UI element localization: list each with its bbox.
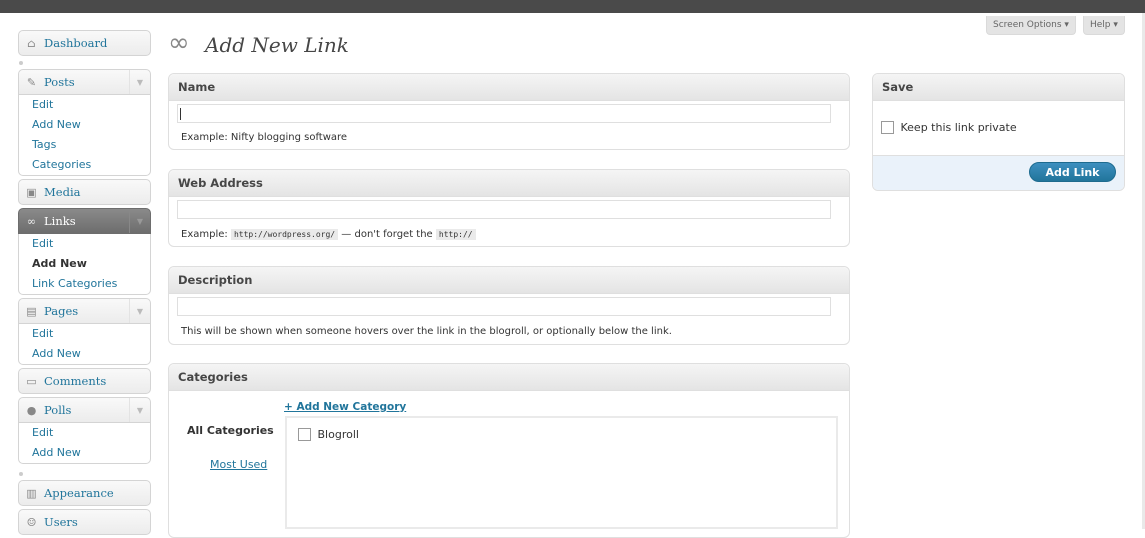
web-address-box: Web Address Example: http://wordpress.or… xyxy=(168,169,850,247)
menu-polls-label: Polls xyxy=(44,403,72,417)
description-input[interactable] xyxy=(177,297,831,316)
pages-icon: ▤ xyxy=(26,304,37,318)
save-box: Save Keep this link private Add Link xyxy=(872,73,1125,191)
chevron-down-icon[interactable]: ▼ xyxy=(129,398,150,422)
blogroll-label: Blogroll xyxy=(317,427,359,441)
pushpin-icon: ✎ xyxy=(26,75,37,89)
media-icon: ▣ xyxy=(26,185,37,199)
chevron-down-icon[interactable]: ▼ xyxy=(129,299,150,323)
submenu-posts-add-new[interactable]: Add New xyxy=(19,115,150,135)
admin-menu: ⌂ Dashboard ✎ Posts ▼ Edit Add New Tags … xyxy=(18,30,151,535)
screen-options-label: Screen Options xyxy=(993,20,1062,30)
text-cursor xyxy=(180,108,181,120)
submenu-polls-edit[interactable]: Edit xyxy=(19,423,150,443)
save-box-footer: Add Link xyxy=(873,155,1124,190)
poll-icon: ● xyxy=(26,403,37,417)
web-address-input[interactable] xyxy=(177,200,831,219)
menu-posts[interactable]: ✎ Posts ▼ xyxy=(18,69,151,95)
submenu-posts-categories[interactable]: Categories xyxy=(19,155,150,175)
menu-users[interactable]: ☺ Users xyxy=(18,509,151,535)
add-link-button[interactable]: Add Link xyxy=(1029,162,1116,182)
page-title: Add New Link xyxy=(205,33,349,57)
menu-separator xyxy=(18,467,151,480)
submenu-pages-add-new[interactable]: Add New xyxy=(19,344,150,364)
submenu-posts-tags[interactable]: Tags xyxy=(19,135,150,155)
private-label: Keep this link private xyxy=(900,120,1017,134)
menu-polls[interactable]: ● Polls ▼ xyxy=(18,397,151,423)
description-box-title: Description xyxy=(169,267,849,294)
top-bar xyxy=(0,0,1145,13)
tab-all-categories[interactable]: All Categories xyxy=(187,424,274,437)
submenu-pages-edit[interactable]: Edit xyxy=(19,324,150,344)
private-checkbox[interactable] xyxy=(881,120,894,134)
pages-submenu: Edit Add New xyxy=(18,324,151,365)
users-icon: ☺ xyxy=(26,515,37,529)
links-submenu: Edit Add New Link Categories xyxy=(18,234,151,295)
name-input[interactable] xyxy=(177,104,831,123)
menu-dashboard[interactable]: ⌂ Dashboard xyxy=(18,30,151,56)
blogroll-checkbox[interactable] xyxy=(298,427,311,441)
hint-code-protocol: http:// xyxy=(435,229,476,240)
menu-comments-label: Comments xyxy=(44,374,107,388)
submenu-links-edit[interactable]: Edit xyxy=(19,234,150,254)
categories-box-title: Categories xyxy=(169,364,849,391)
menu-comments[interactable]: ▭ Comments xyxy=(18,368,151,394)
chevron-down-icon[interactable]: ▼ xyxy=(129,209,150,233)
category-checklist: Blogroll xyxy=(285,416,838,529)
web-address-hint: Example: http://wordpress.org/ — don't f… xyxy=(181,229,476,240)
menu-appearance-label: Appearance xyxy=(44,486,114,500)
help-label: Help xyxy=(1090,20,1111,30)
submenu-posts-edit[interactable]: Edit xyxy=(19,95,150,115)
menu-pages-label: Pages xyxy=(44,304,79,318)
name-hint: Example: Nifty blogging software xyxy=(181,132,348,143)
menu-posts-label: Posts xyxy=(44,75,75,89)
hint-prefix: Example: xyxy=(181,229,228,240)
posts-submenu: Edit Add New Tags Categories xyxy=(18,95,151,176)
menu-dashboard-label: Dashboard xyxy=(44,36,108,50)
link-icon: ∞ xyxy=(26,214,37,228)
hint-code-example: http://wordpress.org/ xyxy=(230,229,339,240)
menu-users-label: Users xyxy=(44,515,78,529)
menu-media[interactable]: ▣ Media xyxy=(18,179,151,205)
web-address-box-title: Web Address xyxy=(169,170,849,197)
help-tab[interactable]: Help ▾ xyxy=(1083,16,1125,35)
private-option[interactable]: Keep this link private xyxy=(881,120,1017,134)
screen-options-tab[interactable]: Screen Options ▾ xyxy=(986,16,1076,35)
menu-links-label: Links xyxy=(44,214,76,228)
description-box: Description This will be shown when some… xyxy=(168,266,850,345)
description-hint: This will be shown when someone hovers o… xyxy=(181,326,672,337)
home-icon: ⌂ xyxy=(27,36,36,50)
menu-separator xyxy=(18,56,151,69)
name-box: Name Example: Nifty blogging software xyxy=(168,73,850,150)
appearance-icon: ▥ xyxy=(26,486,37,500)
comment-bubble-icon: ▭ xyxy=(26,374,37,388)
polls-submenu: Edit Add New xyxy=(18,423,151,464)
submenu-links-link-categories[interactable]: Link Categories xyxy=(19,274,150,294)
chevron-down-icon[interactable]: ▼ xyxy=(129,70,150,94)
submenu-links-add-new[interactable]: Add New xyxy=(19,254,150,274)
name-box-title: Name xyxy=(169,74,849,101)
menu-links[interactable]: ∞ Links ▼ xyxy=(18,208,151,234)
add-new-category-link[interactable]: + Add New Category xyxy=(284,401,406,413)
link-icon: ∞ xyxy=(168,28,190,58)
menu-media-label: Media xyxy=(44,185,81,199)
category-item-blogroll[interactable]: Blogroll xyxy=(298,427,359,441)
save-box-title: Save xyxy=(873,74,1124,101)
submenu-polls-add-new[interactable]: Add New xyxy=(19,443,150,463)
hint-middle: — don't forget the xyxy=(341,229,433,240)
categories-box: Categories + Add New Category All Catego… xyxy=(168,363,850,538)
tab-most-used[interactable]: Most Used xyxy=(210,458,267,471)
menu-pages[interactable]: ▤ Pages ▼ xyxy=(18,298,151,324)
menu-appearance[interactable]: ▥ Appearance xyxy=(18,480,151,506)
